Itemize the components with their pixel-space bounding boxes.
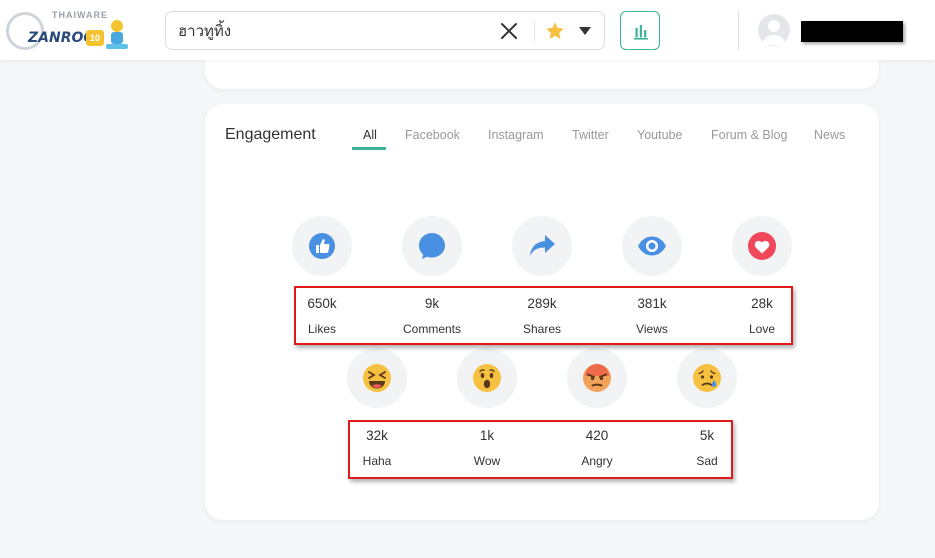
angry-icon-badge: [567, 348, 627, 408]
analytics-button[interactable]: [620, 11, 660, 50]
engagement-card: Engagement All Facebook Instagram Twitte…: [205, 104, 879, 520]
search-divider: [534, 21, 535, 41]
highlight-box-row1: [294, 286, 793, 345]
chevron-down-icon[interactable]: [576, 22, 594, 40]
clear-search-icon[interactable]: [498, 20, 520, 42]
redacted-username[interactable]: [801, 21, 903, 42]
haha-icon-badge: [347, 348, 407, 408]
haha-emoji-icon: [363, 364, 391, 392]
tab-news[interactable]: News: [814, 128, 845, 142]
logo-mascot-icon: [106, 20, 128, 49]
header-divider: [738, 10, 739, 50]
avatar[interactable]: [758, 14, 790, 46]
wow-emoji-icon: [473, 364, 501, 392]
tab-instagram[interactable]: Instagram: [488, 128, 544, 142]
views-icon-badge: [622, 216, 682, 276]
share-icon: [530, 235, 555, 256]
logo-watermark-text: THAIWARE: [52, 10, 108, 20]
highlight-box-row2: [348, 420, 733, 479]
tab-facebook[interactable]: Facebook: [405, 128, 460, 142]
tab-forum-blog[interactable]: Forum & Blog: [711, 128, 787, 142]
active-tab-indicator: [352, 147, 386, 150]
love-icon-badge: [732, 216, 792, 276]
logo-tag-badge: 10: [86, 30, 104, 46]
engagement-title: Engagement: [225, 126, 316, 143]
star-icon[interactable]: [544, 20, 566, 42]
search-input[interactable]: [178, 20, 488, 42]
heart-icon: [748, 232, 776, 260]
zanroo-logo[interactable]: THAIWARE ZANROO 10: [6, 6, 134, 56]
likes-icon-badge: [292, 216, 352, 276]
shares-icon-badge: [512, 216, 572, 276]
wow-icon-badge: [457, 348, 517, 408]
top-header: THAIWARE ZANROO 10: [0, 0, 935, 60]
tab-all[interactable]: All: [363, 128, 377, 142]
sad-emoji-icon: [693, 364, 721, 392]
tab-twitter[interactable]: Twitter: [572, 128, 609, 142]
comments-icon-badge: [402, 216, 462, 276]
angry-emoji-icon: [583, 364, 611, 392]
eye-icon: [638, 236, 666, 256]
like-icon: [309, 233, 335, 259]
search-box: [165, 11, 605, 50]
bar-chart-icon: [634, 25, 648, 40]
tab-youtube[interactable]: Youtube: [637, 128, 682, 142]
user-avatar-icon: [762, 20, 786, 45]
comment-icon: [419, 233, 445, 259]
sad-icon-badge: [677, 348, 737, 408]
